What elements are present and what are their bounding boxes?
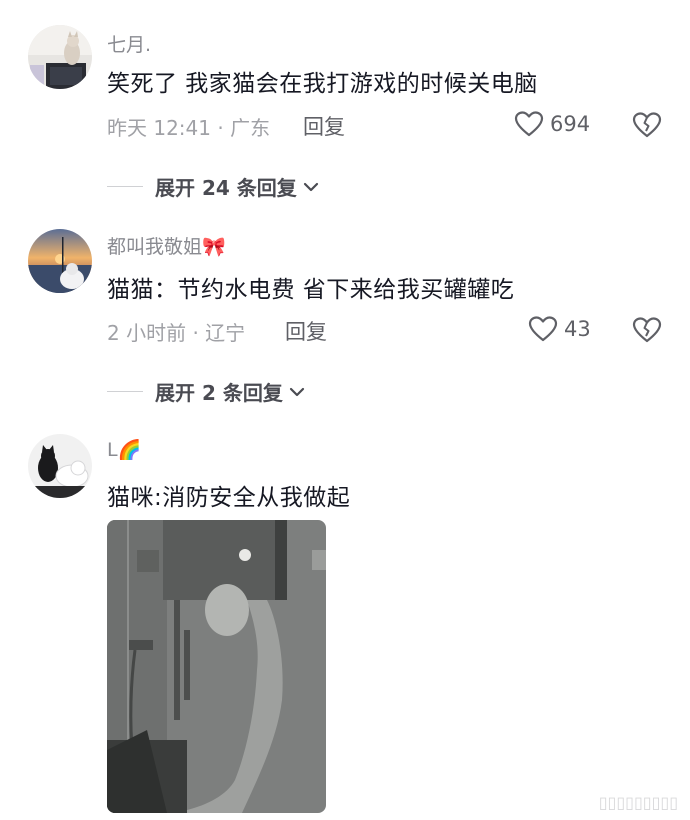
username[interactable]: L🌈: [107, 438, 141, 461]
comment-3: L🌈 猫咪:消防安全从我做起: [0, 0, 690, 820]
comment-image[interactable]: [107, 520, 326, 813]
watermark: ▯▯▯▯▯▯▯▯▯: [598, 793, 678, 812]
cat-at-water-heater-photo-icon: [107, 520, 326, 813]
user-avatar[interactable]: [28, 434, 92, 498]
comment-text: 猫咪:消防安全从我做起: [107, 485, 351, 511]
rainbow-emoji: 🌈: [117, 439, 142, 461]
username-text: L: [107, 439, 118, 461]
avatar-black-white-cats-icon: [28, 434, 92, 498]
